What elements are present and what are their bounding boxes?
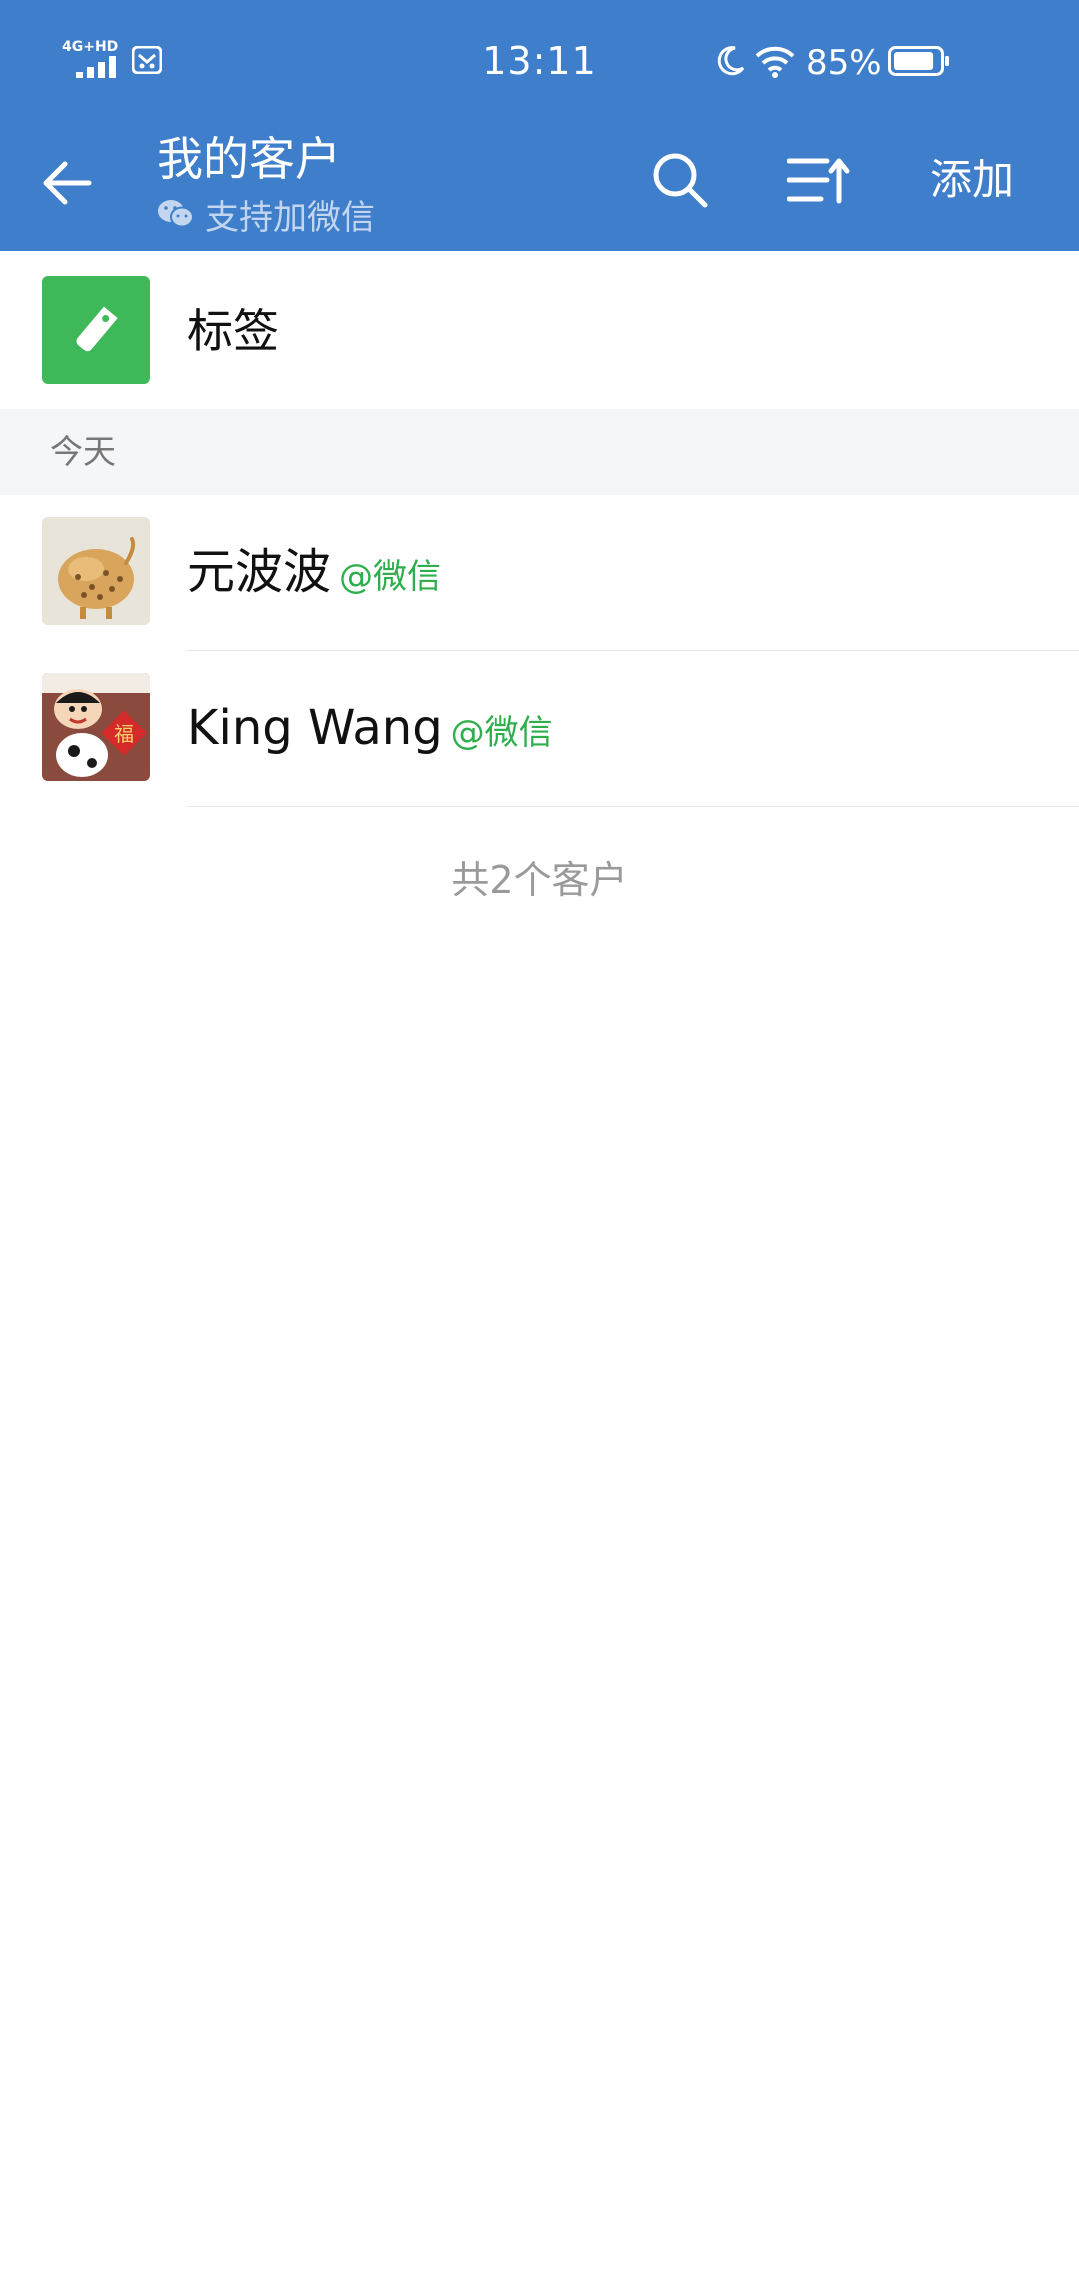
customer-source-badge: @微信	[339, 557, 442, 597]
top-bar: 4G+HD 13:11 85% 我的客户 支持加微信 添加	[0, 0, 1079, 251]
page-subtitle: 支持加微信	[157, 192, 375, 238]
customer-name-text: King Wang	[187, 700, 443, 756]
wifi-icon	[755, 46, 795, 78]
section-label: 今天	[50, 432, 116, 471]
arrow-left-icon	[43, 161, 92, 205]
svg-text:福: 福	[114, 722, 134, 746]
sort-list-icon	[787, 158, 850, 204]
customer-name-text: 元波波	[187, 544, 332, 600]
customer-name: 元波波 @微信	[187, 541, 441, 608]
search-icon	[653, 153, 708, 208]
section-header-today: 今天	[0, 409, 1079, 495]
add-button[interactable]: 添加	[930, 148, 1014, 212]
nav-bar: 我的客户 支持加微信 添加	[0, 120, 1079, 251]
subtitle-text: 支持加微信	[205, 197, 375, 238]
battery-icon	[888, 46, 949, 76]
back-button[interactable]	[30, 146, 104, 220]
tag-row[interactable]: 标签	[0, 251, 1079, 409]
avatar-image	[42, 517, 150, 625]
page-title: 我的客户	[157, 132, 341, 186]
tag-label: 标签	[187, 304, 279, 358]
customer-name: King Wang @微信	[187, 697, 553, 764]
tag-icon	[76, 306, 118, 352]
row-divider	[187, 806, 1079, 807]
battery-percent: 85%	[806, 43, 882, 83]
status-bar: 4G+HD 13:11 85%	[0, 0, 1079, 120]
sort-button[interactable]	[780, 140, 860, 220]
search-button[interactable]	[640, 140, 720, 220]
customer-source-badge: @微信	[450, 713, 553, 753]
avatar	[42, 517, 150, 625]
avatar-image: 福	[42, 673, 150, 781]
do-not-disturb-moon-icon	[717, 46, 745, 76]
customer-total-count: 共2个客户	[451, 858, 628, 902]
customer-row[interactable]: 元波波 @微信	[0, 495, 1079, 651]
tag-icon-tile	[42, 276, 150, 384]
wechat-icon	[158, 200, 194, 228]
customer-row[interactable]: 福 King Wang @微信	[0, 651, 1079, 807]
avatar: 福	[42, 673, 150, 781]
